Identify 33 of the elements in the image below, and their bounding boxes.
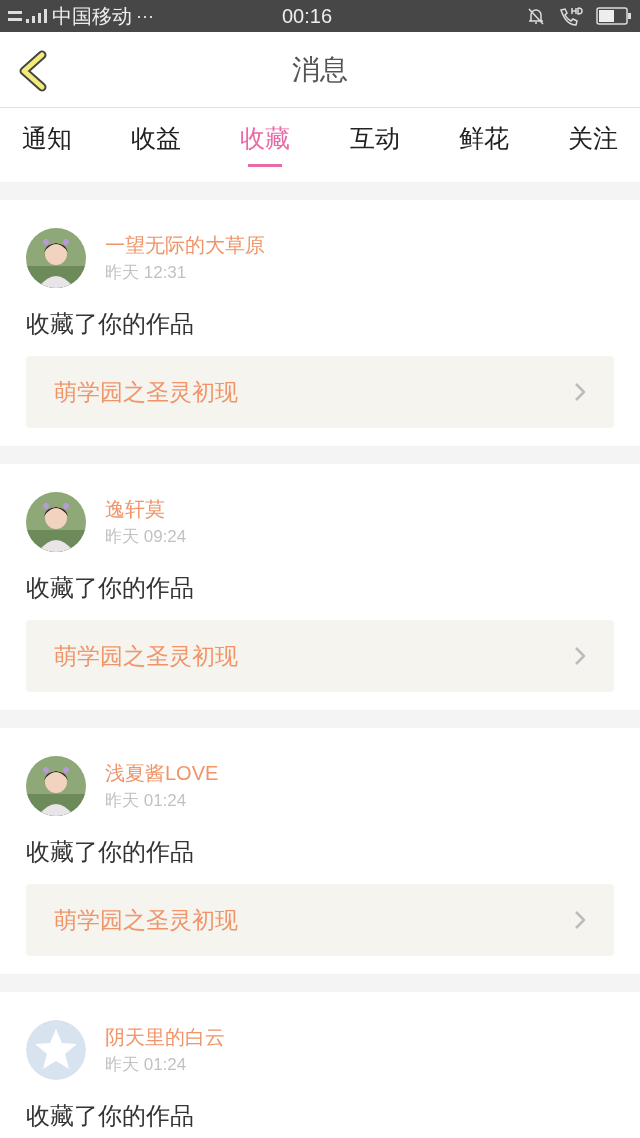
message-time: 昨天 01:24 [105, 1054, 188, 1076]
page-title: 消息 [292, 52, 348, 87]
message-time: 昨天 09:24 [105, 526, 187, 548]
chevron-right-icon [574, 646, 586, 666]
message-time: 昨天 01:24 [105, 790, 188, 812]
tab[interactable]: 鲜花 [458, 108, 509, 182]
carrier-name: 中国移动 [52, 4, 132, 29]
user-name[interactable]: 浅夏酱LOVE [105, 760, 219, 786]
user-name[interactable]: 逸轩莫 [105, 496, 187, 522]
message-text: 收藏了你的作品 [26, 837, 195, 867]
tab[interactable]: 通知 [22, 108, 72, 182]
message-text: 收藏了你的作品 [26, 573, 195, 603]
clock-time: 00:16 [282, 4, 333, 29]
message-text: 收藏了你的作品 [26, 309, 195, 339]
work-link[interactable]: 萌学园之圣灵初现 [26, 356, 614, 428]
work-link[interactable]: 萌学园之圣灵初现 [26, 620, 614, 692]
message-time: 昨天 12:31 [105, 262, 188, 284]
user-name[interactable]: 阴天里的白云 [105, 1024, 225, 1050]
message-text: 收藏了你的作品 [26, 1101, 195, 1131]
tab[interactable]: 关注 [567, 108, 618, 182]
tab[interactable]: 互动 [349, 108, 400, 182]
signal-icon [8, 8, 48, 24]
default-avatar-icon [26, 1020, 86, 1080]
chevron-right-icon [574, 910, 586, 930]
battery-icon [596, 7, 632, 25]
tab[interactable]: 收藏 [240, 108, 291, 182]
tab[interactable]: 收益 [131, 108, 182, 182]
work-link[interactable]: 萌学园之圣灵初现 [26, 884, 614, 956]
bell-muted-icon [526, 6, 546, 26]
more-indicator: ··· [136, 4, 154, 28]
chevron-right-icon [574, 382, 586, 402]
hd-call-icon [558, 6, 584, 26]
user-name[interactable]: 一望无际的大草原 [105, 232, 265, 258]
